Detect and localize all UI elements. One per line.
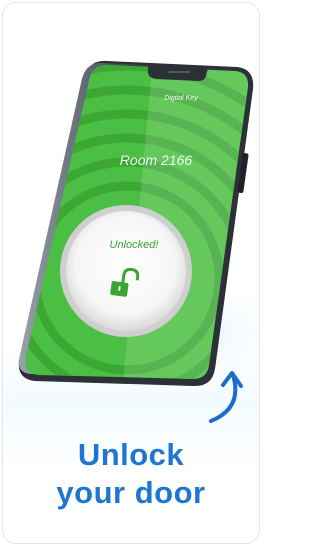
app-preview-card: Digital Key Room 2166 Unlocked! Unlock y… [2, 2, 260, 544]
phone-illustration: Digital Key Room 2166 Unlocked! [18, 60, 259, 423]
headline-line-1: Unlock [77, 437, 185, 472]
digital-key-label: Digital Key [164, 95, 198, 102]
unlock-button[interactable]: Unlocked! [60, 205, 192, 337]
room-label: Room 2166 [120, 152, 193, 168]
headline-line-2: your door [56, 475, 206, 510]
status-label: Unlocked! [110, 239, 159, 251]
speaker-grille [168, 71, 190, 73]
